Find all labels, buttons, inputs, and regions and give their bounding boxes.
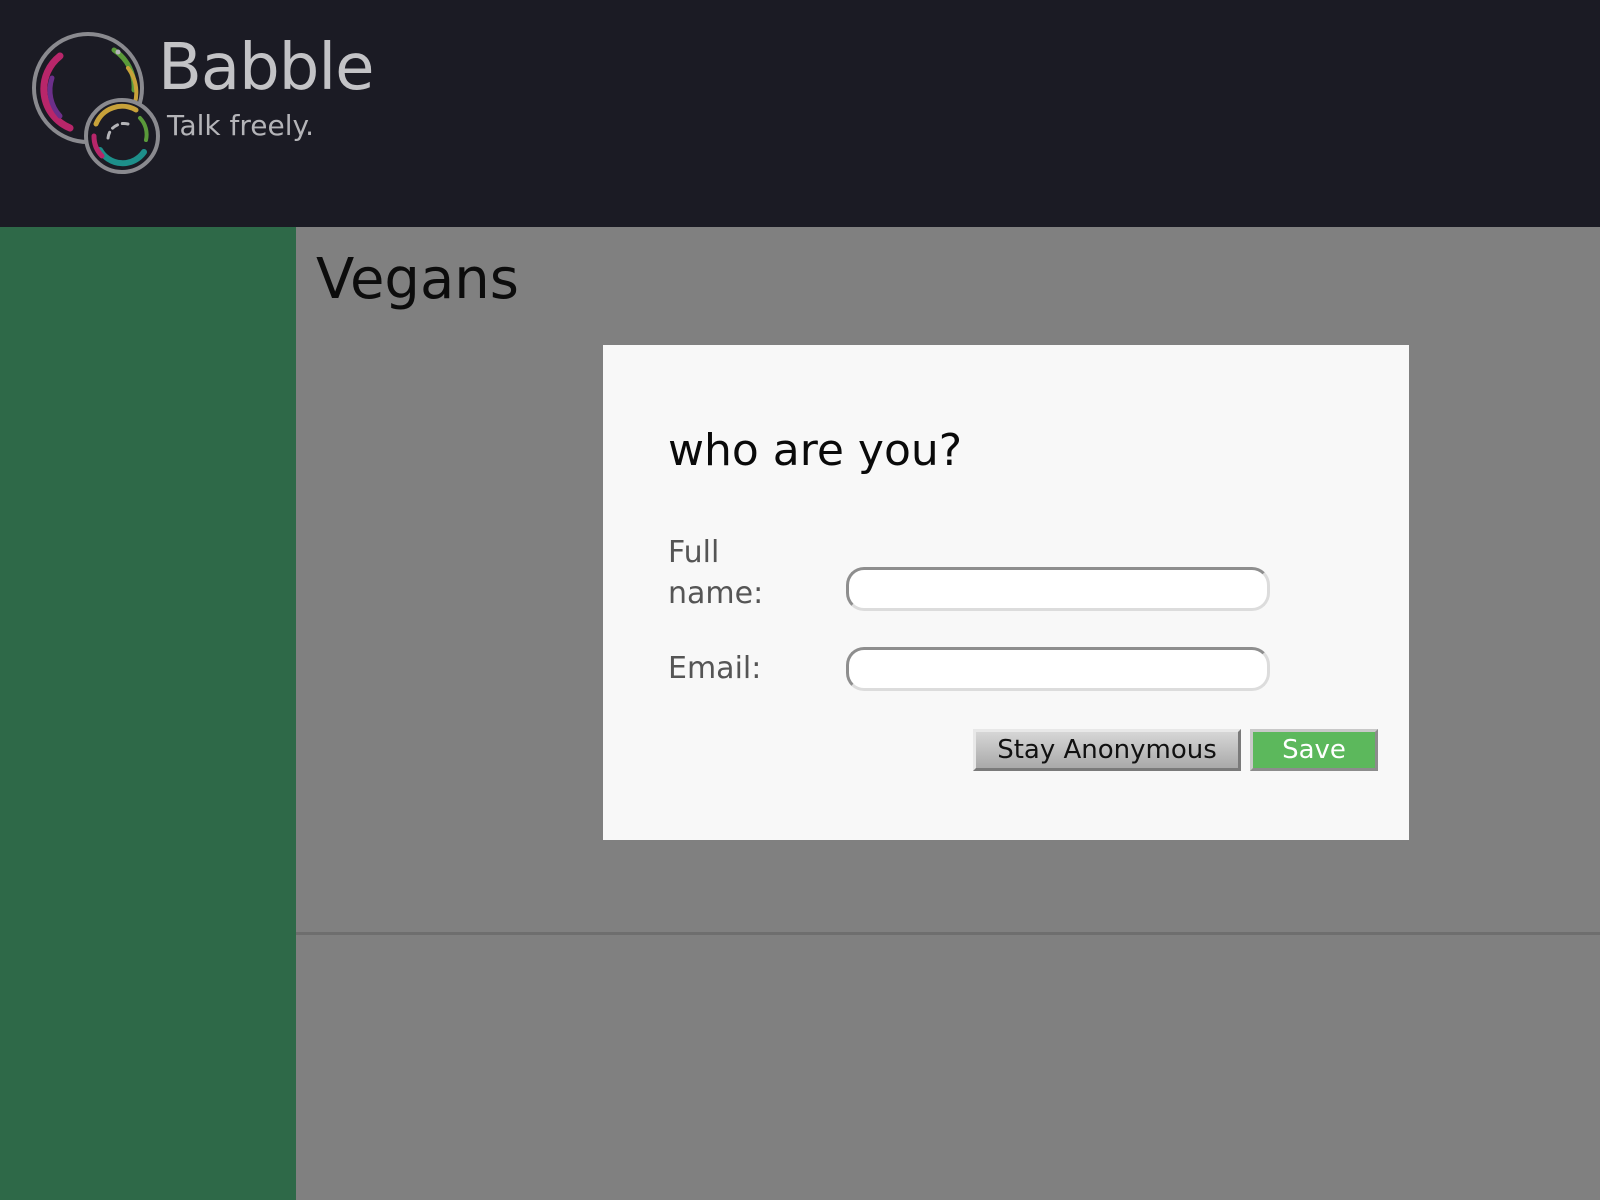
full-name-label: Full name:	[668, 535, 764, 611]
identity-dialog: who are you? Full name: Email: Stay Anon…	[603, 345, 1409, 840]
message-divider	[296, 932, 1600, 935]
bubbles-logo-icon	[32, 32, 160, 174]
app-header: Babble Talk freely.	[0, 0, 1600, 227]
email-input[interactable]	[846, 647, 1270, 691]
app-tagline: Talk freely.	[167, 109, 314, 142]
save-button[interactable]: Save	[1250, 729, 1378, 771]
room-title: Vegans	[316, 247, 519, 312]
app-name: Babble	[158, 31, 375, 105]
dialog-title: who are you?	[668, 425, 963, 476]
stay-anonymous-button[interactable]: Stay Anonymous	[973, 729, 1241, 771]
sidebar	[0, 227, 296, 1200]
full-name-input[interactable]	[846, 567, 1270, 611]
babble-logo: Babble Talk freely.	[30, 28, 375, 180]
email-label: Email:	[668, 651, 762, 686]
